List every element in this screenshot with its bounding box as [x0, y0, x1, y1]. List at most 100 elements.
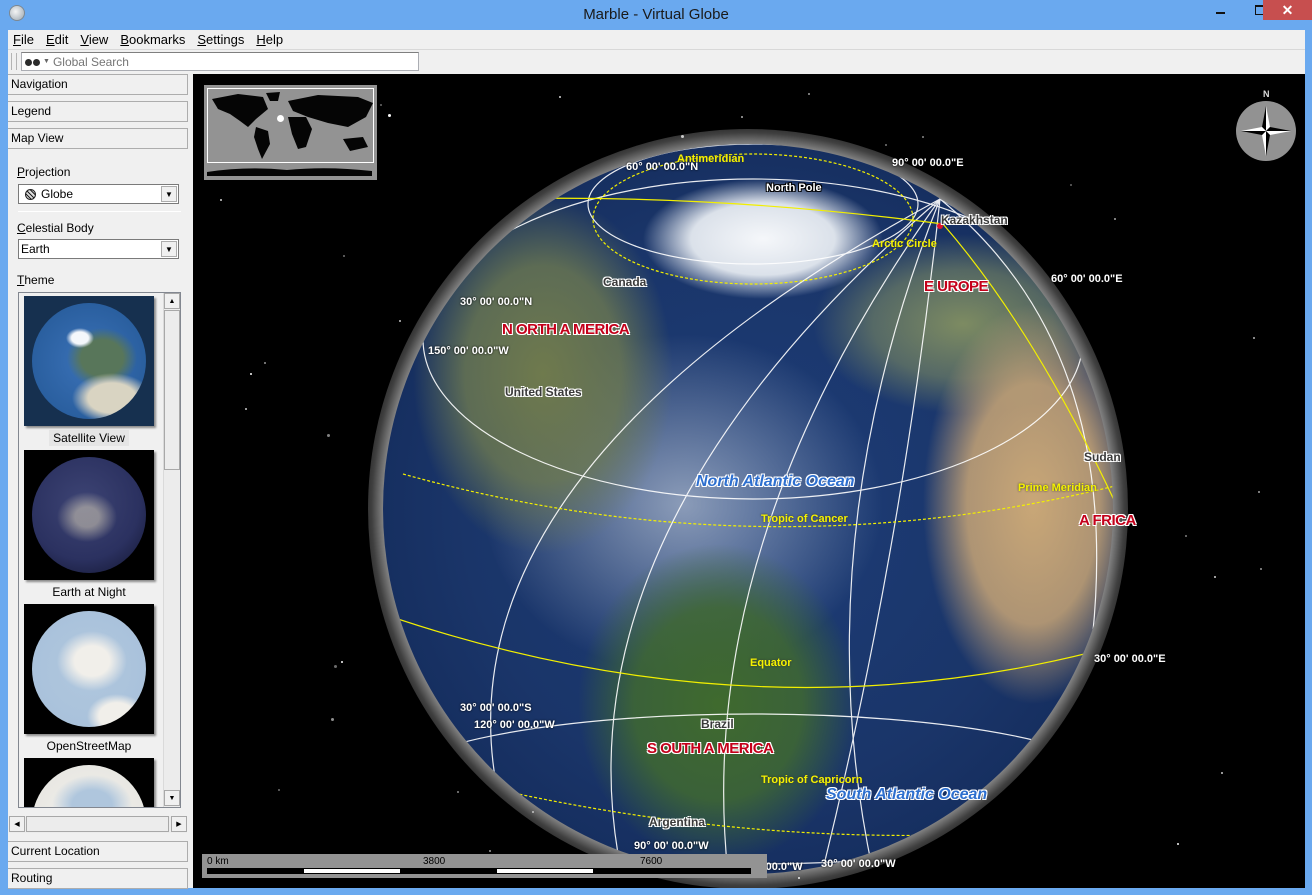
star: [245, 408, 247, 410]
star: [278, 789, 280, 791]
section-navigation[interactable]: Navigation: [8, 74, 188, 95]
menu-view-label: iew: [88, 31, 109, 47]
menu-bookmarks-label: ookmarks: [129, 31, 186, 47]
celestial-body-label: Celestial Body: [17, 221, 94, 235]
satellite-view-thumbnail[interactable]: [24, 296, 154, 426]
menu-help-label: elp: [265, 31, 284, 47]
north-pole-label[interactable]: North Pole: [766, 182, 822, 194]
openstreetmap-thumbnail[interactable]: [24, 604, 154, 734]
prime-meridian-label: Prime Meridian: [1018, 482, 1097, 494]
theme-globe-image: [32, 765, 146, 807]
continent-label-north-america[interactable]: N ORTH A MERICA: [502, 321, 630, 338]
equator-label: Equator: [750, 657, 792, 669]
menu-help[interactable]: Help: [250, 30, 289, 50]
close-button[interactable]: ✕: [1263, 0, 1312, 20]
global-search-box[interactable]: ▼: [21, 52, 419, 71]
menu-help-mnemonic: H: [256, 31, 266, 47]
scroll-left-arrow-icon[interactable]: ◀: [9, 816, 25, 832]
overview-continents: [212, 92, 373, 159]
ocean-label-north-atlantic[interactable]: North Atlantic Ocean: [696, 473, 855, 491]
menu-bookmarks[interactable]: Bookmarks: [114, 30, 191, 50]
menu-settings-label: ettings: [206, 31, 245, 47]
menu-file[interactable]: File: [8, 30, 40, 50]
overview-viewport-frame: [207, 88, 374, 163]
celestial-body-select[interactable]: Earth ▼: [18, 239, 179, 259]
divider: [18, 211, 181, 212]
window-title: Marble - Virtual Globe: [583, 6, 729, 23]
map-view-canvas[interactable]: North Pole Antimeridian 60° 00' 00.0"N 9…: [193, 74, 1305, 888]
compass-star-icon: [1241, 106, 1291, 156]
search-dropdown-caret-icon[interactable]: ▼: [43, 58, 50, 65]
earth-globe[interactable]: [383, 144, 1113, 874]
theme-item-satellite-view[interactable]: Satellite View: [24, 296, 154, 447]
menu-settings[interactable]: Settings: [191, 30, 250, 50]
latitude-30n-label: 30° 00' 00.0"N: [460, 296, 533, 308]
section-current-location[interactable]: Current Location: [8, 841, 188, 862]
menu-view[interactable]: View: [74, 30, 114, 50]
toolbar-grip-handle[interactable]: [11, 53, 17, 70]
scale-segment: [304, 869, 400, 873]
section-routing[interactable]: Routing: [8, 868, 188, 889]
section-map-view[interactable]: Map View: [8, 128, 188, 149]
antimeridian-line: [502, 197, 1113, 500]
overview-australia: [343, 137, 368, 151]
continent-label-africa[interactable]: A FRICA: [1079, 512, 1136, 529]
star: [327, 434, 330, 437]
star: [922, 136, 924, 138]
scroll-down-arrow-icon[interactable]: ▼: [164, 790, 180, 806]
longitude-90w-label: 90° 00' 00.0"W: [634, 840, 709, 852]
vertical-scroll-thumb[interactable]: [164, 310, 180, 470]
global-search-input[interactable]: [52, 54, 393, 69]
horizontal-scroll-thumb[interactable]: [26, 816, 169, 832]
star: [380, 104, 382, 106]
theme-item-openstreetmap[interactable]: OpenStreetMap: [24, 604, 154, 755]
title-bar[interactable]: Marble - Virtual Globe ✕: [0, 0, 1312, 29]
star: [1258, 491, 1260, 493]
star: [250, 373, 252, 375]
projection-select[interactable]: Globe ▼: [18, 184, 179, 204]
continent-label-south-america[interactable]: S OUTH A MERICA: [647, 740, 774, 757]
chevron-down-icon[interactable]: ▼: [161, 241, 177, 257]
overview-north-america: [212, 94, 268, 127]
country-label-united-states[interactable]: United States: [505, 385, 582, 399]
chevron-down-icon[interactable]: ▼: [161, 186, 177, 202]
section-legend[interactable]: Legend: [8, 101, 188, 122]
theme-item-partial[interactable]: [24, 758, 154, 807]
star: [741, 116, 743, 118]
scroll-up-arrow-icon[interactable]: ▲: [164, 293, 180, 309]
longitude-90e-label: 90° 00' 00.0"E: [892, 157, 964, 169]
theme-thumbnail[interactable]: [24, 758, 154, 807]
app-window: Marble - Virtual Globe ✕ File Edit View …: [0, 0, 1312, 895]
arctic-circle-label: Arctic Circle: [872, 238, 937, 250]
theme-caption: OpenStreetMap: [24, 739, 154, 755]
binoculars-icon[interactable]: [25, 56, 41, 68]
country-label-sudan[interactable]: Sudan: [1084, 450, 1121, 464]
theme-label: Theme: [17, 273, 54, 287]
theme-list-vertical-scrollbar[interactable]: ▲ ▼: [163, 293, 180, 807]
latitude-30s-label: 30° 00' 00.0"S: [460, 702, 532, 714]
earth-at-night-thumbnail[interactable]: [24, 450, 154, 580]
menu-view-mnemonic: V: [80, 31, 89, 47]
equator-line: [383, 613, 1113, 689]
overview-world-map[interactable]: [204, 85, 377, 180]
country-label-kazakhstan[interactable]: Kazakhstan: [941, 213, 1008, 227]
scroll-right-arrow-icon[interactable]: ▶: [171, 816, 187, 832]
menu-bookmarks-mnemonic: B: [120, 31, 129, 47]
theme-label-text: heme: [24, 273, 55, 287]
star: [559, 96, 561, 98]
country-label-brazil[interactable]: Brazil: [701, 717, 734, 731]
country-label-canada[interactable]: Canada: [603, 275, 646, 289]
longitude-line: [848, 198, 941, 873]
overview-africa: [288, 117, 312, 149]
continent-label-europe[interactable]: E UROPE: [924, 278, 989, 295]
menu-settings-mnemonic: S: [197, 31, 207, 47]
sidebar-horizontal-scrollbar[interactable]: ◀ ▶: [9, 816, 187, 833]
menu-edit[interactable]: Edit: [40, 30, 74, 50]
ocean-label-south-atlantic[interactable]: South Atlantic Ocean: [826, 786, 987, 804]
compass-rose-icon[interactable]: [1236, 101, 1296, 161]
theme-item-earth-at-night[interactable]: Earth at Night: [24, 450, 154, 601]
theme-name: Satellite View: [49, 430, 129, 446]
tropic-of-capricorn-line: [392, 763, 1104, 837]
star: [1214, 576, 1216, 578]
country-label-argentina[interactable]: Argentina: [649, 815, 705, 829]
